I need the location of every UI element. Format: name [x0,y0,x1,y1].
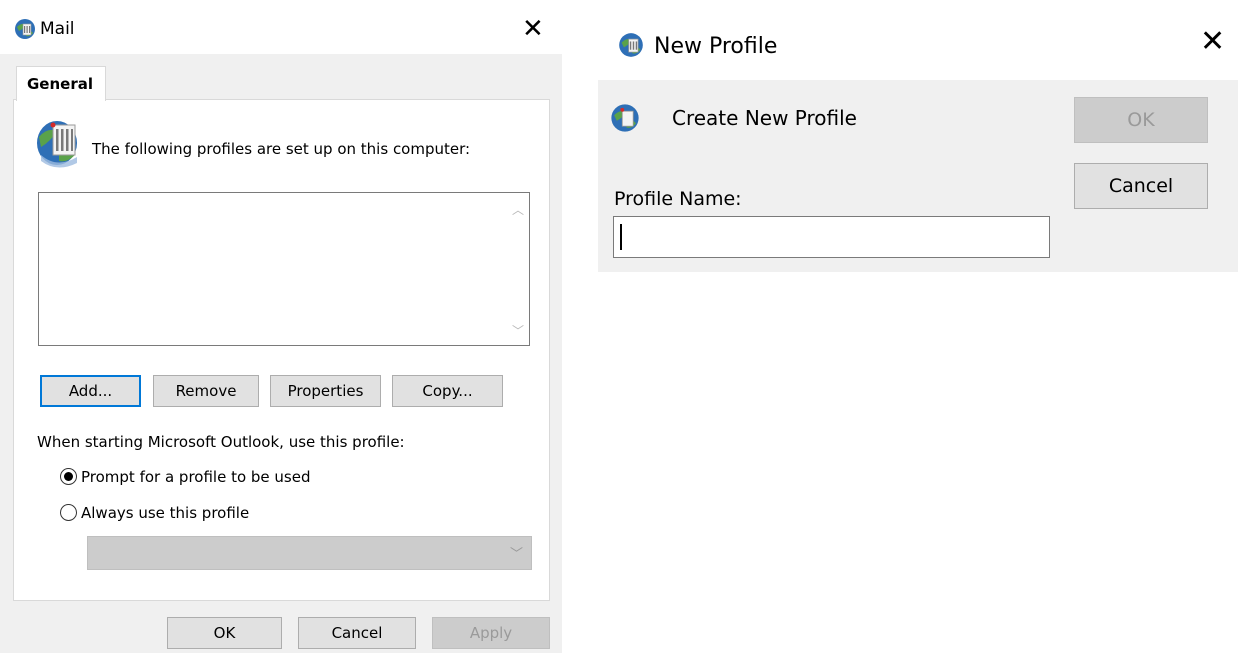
general-tab-panel: The following profiles are set up on thi… [13,99,550,601]
radio-prompt-label: Prompt for a profile to be used [81,468,311,486]
scroll-down-icon[interactable]: ﹀ [512,322,524,339]
create-new-profile-heading: Create New Profile [672,106,857,130]
mail-titlebar: Mail ✕ [0,0,563,60]
profiles-intro-text: The following profiles are set up on thi… [92,140,471,158]
radio-prompt-profile[interactable]: Prompt for a profile to be used [60,468,311,486]
radio-always-label: Always use this profile [81,504,250,522]
startup-profile-label: When starting Microsoft Outlook, use thi… [37,433,405,451]
ok-button[interactable]: OK [167,617,282,649]
text-cursor [620,224,622,250]
apply-button: Apply [432,617,550,649]
dialog-title: Mail [40,19,75,39]
tab-general-label: General [27,75,93,93]
mail-dialog-body: General The following profiles are set u… [0,54,562,653]
scroll-up-icon[interactable]: ︿ [512,201,524,218]
cancel-button[interactable]: Cancel [298,617,416,649]
mail-globe-icon [14,18,36,40]
ok-button: OK [1074,97,1208,143]
tab-general[interactable]: General [16,66,106,101]
remove-button[interactable]: Remove [153,375,259,407]
new-profile-titlebar: New Profile ✕ [598,0,1238,80]
close-icon[interactable]: ✕ [522,14,544,44]
cancel-button[interactable]: Cancel [1074,163,1208,209]
mail-dialog: Mail ✕ General The following profiles ar… [0,0,563,653]
dialog-title: New Profile [654,34,778,59]
radio-always-use-profile[interactable]: Always use this profile [60,504,249,522]
chevron-down-icon: ﹀ [509,547,523,562]
add-button[interactable]: Add... [40,375,141,407]
profile-name-input[interactable] [613,216,1050,258]
profile-name-label: Profile Name: [614,188,742,210]
copy-button[interactable]: Copy... [392,375,503,407]
profile-list[interactable]: ︿ ﹀ [38,192,530,346]
close-icon[interactable]: ✕ [1200,24,1225,59]
mail-globe-icon [610,102,640,134]
mail-globe-icon [618,32,644,58]
profiles-server-icon [33,117,85,169]
profile-select-dropdown: ﹀ [87,536,532,570]
new-profile-body: Create New Profile Profile Name: OK Canc… [598,80,1238,272]
new-profile-dialog: New Profile ✕ Create New Profile Profile… [598,0,1238,272]
radio-checked-icon[interactable] [60,468,77,485]
radio-unchecked-icon[interactable] [60,504,77,521]
properties-button[interactable]: Properties [270,375,381,407]
